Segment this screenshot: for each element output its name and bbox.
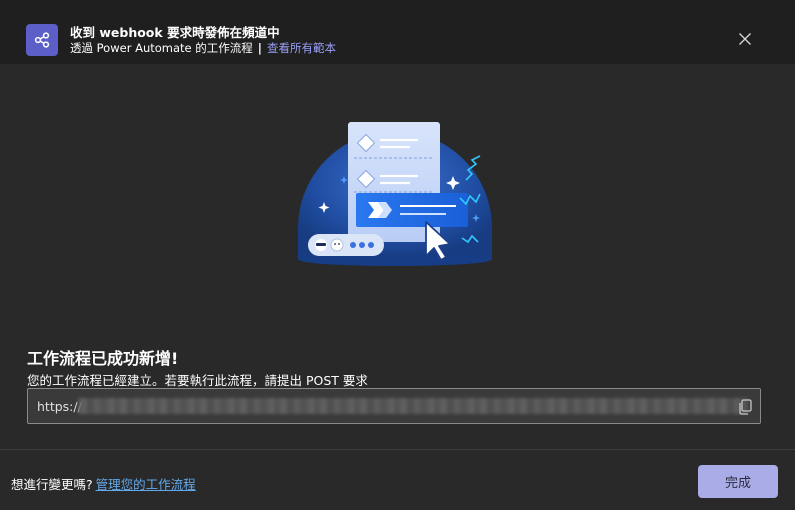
success-description: 您的工作流程已經建立。若要執行此流程，請提出 POST 要求	[27, 373, 368, 388]
change-question: 想進行變更嗎?	[11, 477, 93, 492]
manage-workflows-link[interactable]: 管理您的工作流程	[96, 477, 196, 492]
share-icon	[26, 24, 58, 56]
dialog-title: 收到 webhook 要求時發佈在頻道中	[70, 25, 280, 40]
success-title: 工作流程已成功新增!	[27, 349, 179, 368]
close-icon	[739, 33, 751, 45]
copy-icon	[739, 399, 752, 415]
close-button[interactable]	[733, 27, 757, 51]
redacted-url	[78, 398, 748, 414]
copy-url-button[interactable]	[734, 396, 756, 418]
footer-question: 想進行變更嗎? 管理您的工作流程	[11, 474, 196, 493]
url-prefix: https://	[37, 399, 82, 414]
view-templates-link[interactable]: 查看所有範本	[267, 41, 336, 55]
footer-divider	[0, 449, 795, 450]
done-button[interactable]: 完成	[698, 465, 778, 498]
dialog-subtitle: 透過 Power Automate 的工作流程 | 查看所有範本	[70, 40, 336, 56]
dialog-header: 收到 webhook 要求時發佈在頻道中 透過 Power Automate 的…	[0, 0, 795, 64]
subtitle-separator: |	[257, 41, 262, 55]
workflow-dialog: 收到 webhook 要求時發佈在頻道中 透過 Power Automate 的…	[0, 0, 795, 510]
subtitle-text: 透過 Power Automate 的工作流程	[70, 41, 253, 55]
workflow-illustration	[290, 110, 500, 270]
webhook-url-field[interactable]: https://	[27, 388, 761, 424]
